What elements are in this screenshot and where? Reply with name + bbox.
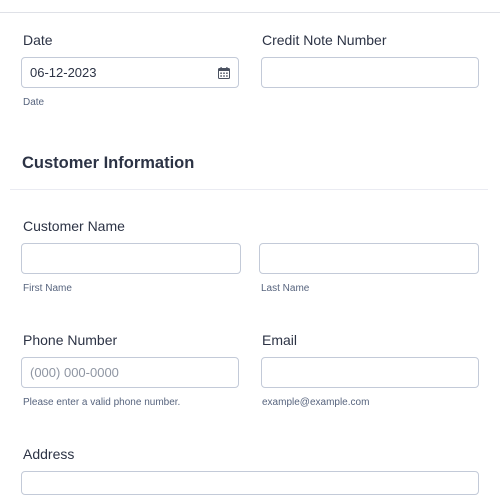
date-label: Date	[23, 32, 53, 48]
first-name-sublabel: First Name	[23, 283, 72, 294]
phone-placeholder: (000) 000-0000	[30, 365, 119, 380]
credit-note-label: Credit Note Number	[262, 32, 387, 48]
email-sublabel: example@example.com	[262, 397, 370, 408]
section-divider	[10, 189, 488, 190]
last-name-sublabel: Last Name	[261, 283, 310, 294]
date-input[interactable]: 06-12-2023	[21, 57, 239, 88]
email-input[interactable]	[261, 357, 479, 388]
address-label: Address	[23, 446, 75, 462]
phone-input[interactable]: (000) 000-0000	[21, 357, 239, 388]
phone-sublabel: Please enter a valid phone number.	[23, 397, 181, 408]
email-label: Email	[262, 332, 298, 348]
date-value: 06-12-2023	[30, 65, 97, 80]
phone-label: Phone Number	[23, 332, 118, 348]
date-sublabel: Date	[23, 97, 45, 108]
calendar-icon[interactable]	[218, 67, 230, 79]
top-divider	[0, 12, 500, 13]
credit-note-input[interactable]	[261, 57, 479, 88]
address-input[interactable]	[21, 471, 479, 495]
customer-name-label: Customer Name	[23, 218, 125, 234]
customer-section-title: Customer Information	[22, 154, 195, 172]
last-name-input[interactable]	[259, 243, 479, 274]
first-name-input[interactable]	[21, 243, 241, 274]
